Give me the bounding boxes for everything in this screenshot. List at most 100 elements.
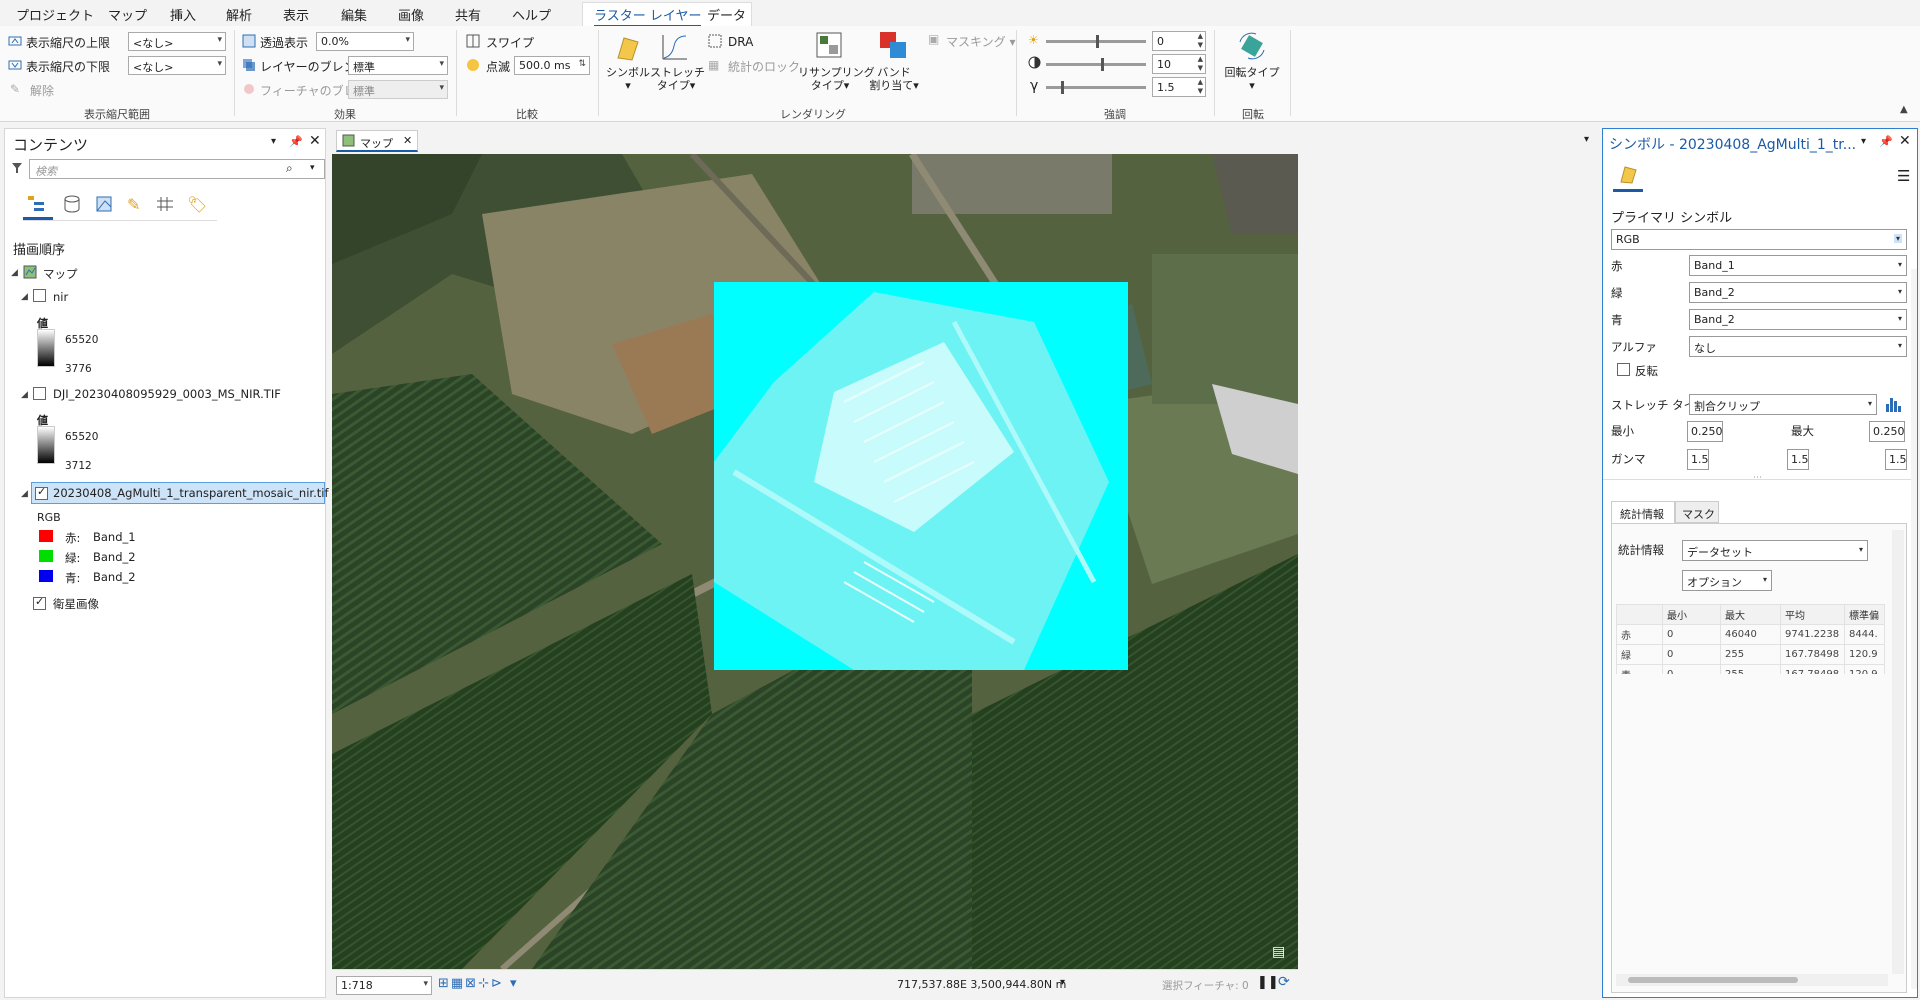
contrast-input[interactable]: 10 ▲ ▼ <box>1152 54 1206 74</box>
blue-band-dropdown[interactable]: Band_2 ▾ <box>1689 309 1907 330</box>
resampling-button[interactable]: リサンプリング タイプ▾ <box>798 66 875 92</box>
contrast-slider-thumb[interactable] <box>1101 58 1104 71</box>
close-icon[interactable]: ✕ <box>1899 133 1911 149</box>
dra-button[interactable]: DRA <box>728 35 753 49</box>
tab-map[interactable]: マップ <box>108 5 147 24</box>
hamburger-menu-icon[interactable]: ☰ <box>1897 167 1910 185</box>
collapse-ribbon-icon[interactable]: ▲ <box>1900 104 1908 115</box>
close-tab-icon[interactable]: ✕ <box>403 134 412 147</box>
layer-dji-nir[interactable]: DJI_20230408095929_0003_MS_NIR.TIF <box>53 387 281 401</box>
tab-mask[interactable]: マスク <box>1675 501 1719 523</box>
pin-icon[interactable]: 📌 <box>1879 135 1893 148</box>
expand-layer-icon[interactable]: ◢ <box>21 390 28 400</box>
stretch-type-dropdown[interactable]: 割合クリップ ▾ <box>1689 394 1877 415</box>
expand-layer-icon[interactable]: ◢ <box>21 489 28 499</box>
renderer-dropdown[interactable]: RGB ▾ <box>1611 229 1907 250</box>
filter-icon[interactable] <box>11 162 23 177</box>
expand-layer-icon[interactable]: ◢ <box>21 292 28 302</box>
scrollbar-thumb[interactable] <box>1628 977 1798 983</box>
brightness-input[interactable]: 0 ▲ ▼ <box>1152 31 1206 51</box>
map-node[interactable]: マップ <box>43 266 78 282</box>
transparency-input[interactable]: 0.0% ▾ <box>316 32 414 51</box>
chevron-down-icon[interactable]: ▾ <box>310 163 315 173</box>
map-view[interactable]: ▤ <box>332 154 1298 969</box>
feature-blend-dropdown[interactable]: 標準 ▾ <box>348 80 448 99</box>
gamma-slider[interactable] <box>1046 81 1146 94</box>
masking-button[interactable]: マスキング ▾ <box>946 33 1015 50</box>
list-by-snapping-icon[interactable] <box>155 195 175 216</box>
gamma-red-input[interactable]: 1.5 <box>1687 449 1709 470</box>
pause-icon[interactable]: ❚❚ <box>1257 975 1279 990</box>
rotate-type-button[interactable]: 回転タイプ ▾ <box>1222 66 1282 92</box>
lock-stats-button[interactable]: 統計のロック <box>728 58 800 75</box>
refresh-icon[interactable]: ⟳ <box>1278 974 1290 990</box>
list-by-source-icon[interactable] <box>63 195 81 216</box>
options-dropdown[interactable]: オプション ▾ <box>1682 570 1772 591</box>
coordinate-format-chevron-icon[interactable]: ▾ <box>1060 977 1065 988</box>
pane-scrollbar[interactable] <box>1911 269 1917 989</box>
swipe-button[interactable]: スワイプ <box>486 34 534 51</box>
clear-button[interactable]: 解除 <box>30 82 54 99</box>
invert-checkbox[interactable] <box>1617 363 1630 376</box>
tab-edit[interactable]: 編集 <box>341 5 367 24</box>
tab-data[interactable]: データ <box>707 5 746 24</box>
list-by-selection-icon[interactable] <box>95 195 113 216</box>
contents-search-input[interactable]: 検索 ⌕ ▾ <box>29 159 325 179</box>
layer-visibility-checkbox[interactable] <box>35 485 48 500</box>
tab-share[interactable]: 共有 <box>455 5 481 24</box>
expand-map-icon[interactable]: ◢ <box>11 268 18 278</box>
gamma-slider-thumb[interactable] <box>1061 81 1064 94</box>
tab-analysis[interactable]: 解析 <box>226 5 252 24</box>
pane-menu-icon[interactable]: ▾ <box>271 136 276 147</box>
gamma-green-input[interactable]: 1.5 <box>1787 449 1809 470</box>
brightness-slider[interactable] <box>1046 35 1146 48</box>
min-input[interactable]: 0.250 <box>1687 421 1723 442</box>
tab-raster-layer[interactable]: ラスター レイヤー <box>594 5 702 27</box>
gamma-blue-input[interactable]: 1.5 <box>1885 449 1907 470</box>
list-by-editing-icon[interactable]: ✎ <box>127 195 140 214</box>
tab-statistics[interactable]: 統計情報 <box>1611 501 1675 523</box>
alpha-band-dropdown[interactable]: なし ▾ <box>1689 336 1907 357</box>
pane-menu-icon[interactable]: ▾ <box>1861 136 1866 147</box>
layer-visibility-checkbox[interactable] <box>33 387 46 400</box>
stretch-type-button[interactable]: ストレッチ タイプ▾ <box>650 66 705 92</box>
statistics-source-dropdown[interactable]: データセット ▾ <box>1682 540 1868 561</box>
map-view-tab[interactable]: マップ ✕ <box>336 130 418 152</box>
layer-visibility-checkbox[interactable] <box>33 289 46 302</box>
tab-view[interactable]: 表示 <box>283 5 309 24</box>
flicker-button[interactable]: 点滅 <box>486 58 510 75</box>
tab-list-chevron-icon[interactable]: ▾ <box>1584 134 1589 145</box>
contrast-slider[interactable] <box>1046 58 1146 71</box>
layer-visibility-checkbox[interactable] <box>33 595 46 610</box>
vertical-scrollbar[interactable] <box>1892 530 1904 974</box>
pin-icon[interactable]: 📌 <box>289 135 303 148</box>
scale-upper-dropdown[interactable]: <なし> ▾ <box>128 32 226 51</box>
symbology-button[interactable]: シンボル ▾ <box>604 66 652 92</box>
histogram-icon[interactable] <box>1883 394 1903 417</box>
max-input[interactable]: 0.250 <box>1869 421 1905 442</box>
tab-imagery[interactable]: 画像 <box>398 5 424 24</box>
selected-features-count[interactable]: 選択フィーチャ: 0 <box>1162 978 1249 993</box>
list-by-draw-order-icon[interactable] <box>27 195 49 216</box>
map-nav-tools-icon[interactable]: ⊞▦⊠⊹⊳ ▾ <box>438 976 519 991</box>
scale-lower-dropdown[interactable]: <なし> ▾ <box>128 56 226 75</box>
primary-symbology-icon[interactable] <box>1617 163 1639 188</box>
layer-satellite-imagery[interactable]: 衛星画像 <box>53 596 99 612</box>
list-by-labeling-icon[interactable]: 🏷 <box>187 195 207 214</box>
tab-help[interactable]: ヘルプ <box>512 5 551 24</box>
gamma-input[interactable]: 1.5 ▲ ▼ <box>1152 77 1206 97</box>
brightness-slider-thumb[interactable] <box>1096 35 1099 48</box>
flicker-interval-input[interactable]: 500.0 ms ⇅ <box>514 56 590 75</box>
layer-blend-dropdown[interactable]: 標準 ▾ <box>348 56 448 75</box>
horizontal-scrollbar[interactable] <box>1616 974 1888 986</box>
green-band-dropdown[interactable]: Band_2 ▾ <box>1689 282 1907 303</box>
splitter-grip-icon[interactable]: ⋯ <box>1753 473 1762 483</box>
close-icon[interactable]: ✕ <box>309 133 321 149</box>
map-overview-icon[interactable]: ▤ <box>1272 944 1285 960</box>
layer-agmulti-mosaic[interactable]: 20230408_AgMulti_1_transparent_mosaic_ni… <box>53 486 329 500</box>
band-assign-button[interactable]: バンド 割り当て▾ <box>866 66 922 92</box>
scale-dropdown[interactable]: 1:718 ▾ <box>336 976 432 995</box>
red-band-dropdown[interactable]: Band_1 ▾ <box>1689 255 1907 276</box>
tab-project[interactable]: プロジェクト <box>16 5 94 24</box>
layer-nir[interactable]: nir <box>53 290 68 304</box>
